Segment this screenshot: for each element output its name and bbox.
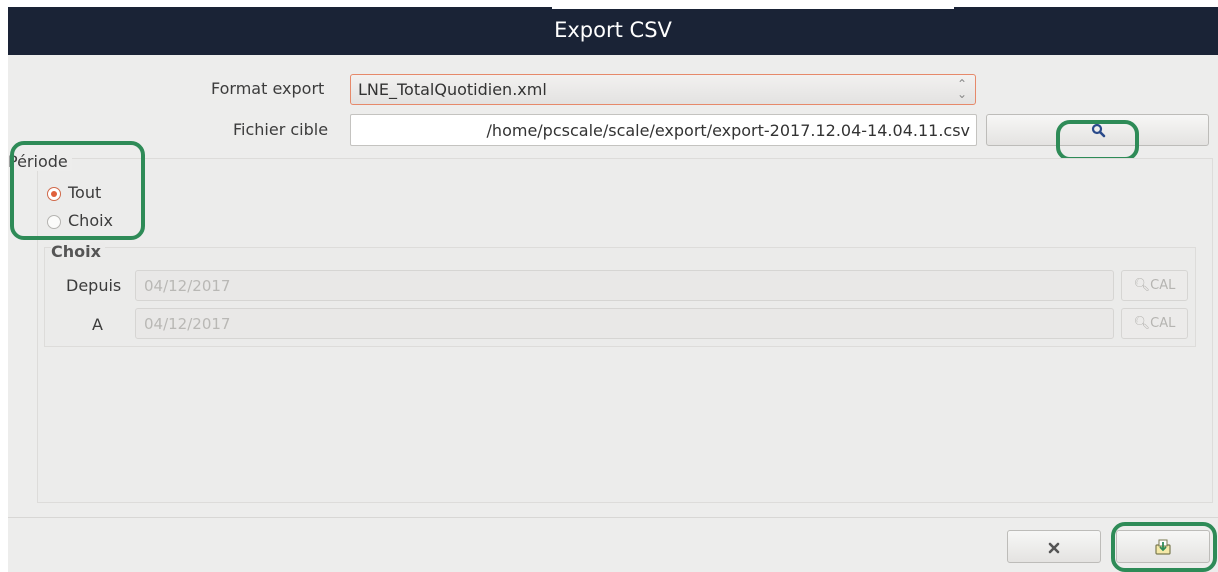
search-icon: 🔍︎ xyxy=(1133,316,1151,331)
a-cal-button[interactable]: 🔍︎CAL xyxy=(1121,308,1188,339)
depuis-cal-label: CAL xyxy=(1150,278,1176,293)
a-date-input[interactable]: 04/12/2017 xyxy=(135,308,1114,339)
a-cal-label: CAL xyxy=(1150,316,1176,331)
format-export-select[interactable]: LNE_TotalQuotidien.xml ⌃ ⌄ xyxy=(350,74,976,105)
fichier-cible-input[interactable]: /home/pcscale/scale/export/export-2017.1… xyxy=(350,114,977,146)
search-icon: 🔍︎ xyxy=(1133,278,1151,293)
depuis-label: Depuis xyxy=(66,276,122,295)
format-export-label: Format export xyxy=(211,79,325,98)
depuis-date-input[interactable]: 04/12/2017 xyxy=(135,270,1114,301)
a-date-value: 04/12/2017 xyxy=(144,315,231,333)
fichier-cible-value: /home/pcscale/scale/export/export-2017.1… xyxy=(486,121,970,140)
periode-highlight xyxy=(10,141,145,240)
a-label: A xyxy=(92,315,103,334)
fichier-cible-label: Fichier cible xyxy=(233,120,329,139)
format-export-value: LNE_TotalQuotidien.xml xyxy=(358,80,547,99)
title-bar: Export CSV xyxy=(8,7,1218,55)
depuis-date-value: 04/12/2017 xyxy=(144,277,231,295)
window-title: Export CSV xyxy=(554,18,672,42)
export-highlight xyxy=(1111,522,1217,572)
title-bar-notch xyxy=(552,0,954,9)
separator xyxy=(8,517,1218,518)
close-icon xyxy=(1048,542,1060,554)
select-arrows-icon: ⌃ ⌄ xyxy=(957,77,968,101)
browse-highlight xyxy=(1056,120,1139,161)
depuis-cal-button[interactable]: 🔍︎CAL xyxy=(1121,270,1188,301)
cancel-button[interactable] xyxy=(1007,530,1101,563)
choix-title: Choix xyxy=(51,242,105,261)
